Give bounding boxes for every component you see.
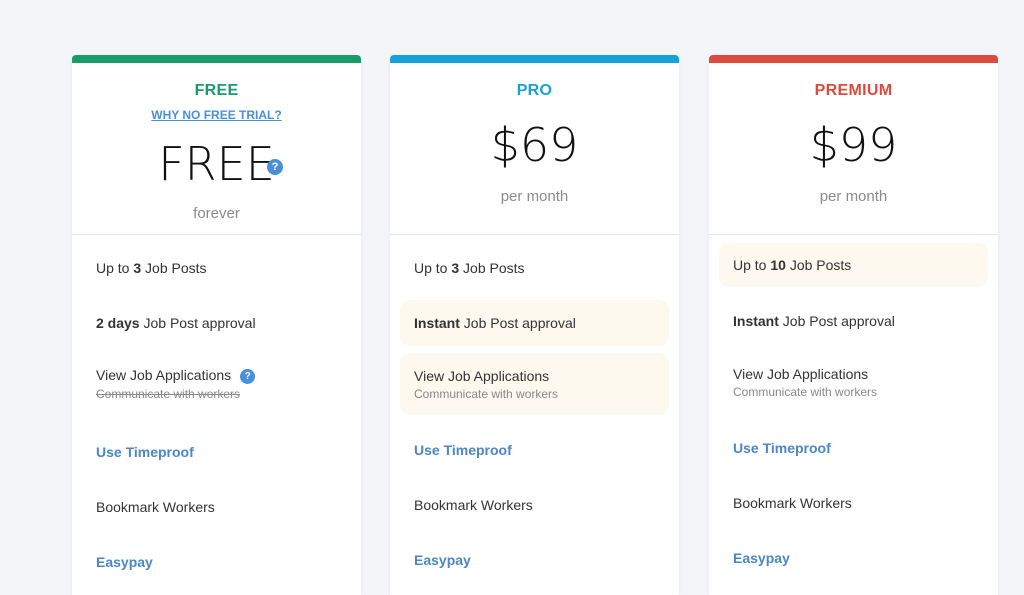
feature-text: View Job Applications [414, 367, 550, 384]
feature-view-applications: View Job Applications? Communicate with … [82, 353, 351, 415]
use-timeproof-link[interactable]: Use Timeproof [96, 444, 337, 460]
feature-text: Job Posts [459, 260, 525, 276]
pricing-plans: FREE WHY NO FREE TRIAL? FREE ? forever U… [0, 0, 1024, 595]
feature-easypay: Easypay [400, 537, 669, 583]
plan-card-free: FREE WHY NO FREE TRIAL? FREE ? forever U… [72, 55, 361, 595]
plan-period: per month [500, 188, 569, 205]
feature-timeproof: Use Timeproof [719, 425, 988, 471]
plan-price: FREE [158, 137, 275, 191]
feature-view-applications: View Job Applications Communicate with w… [719, 351, 988, 413]
use-timeproof-link[interactable]: Use Timeproof [414, 442, 655, 458]
plan-accent-bar [709, 55, 998, 63]
plan-name: PRO [516, 82, 553, 99]
feature-text: Job Post approval [778, 313, 895, 329]
feature-job-posts: Up to 3 Job Posts [82, 245, 351, 291]
feature-value: 10 [770, 257, 786, 273]
plan-period: per month [819, 188, 888, 205]
feature-subtext: Communicate with workers [414, 386, 559, 401]
feature-easypay: Easypay [82, 539, 351, 585]
plan-price: $69 [490, 118, 579, 172]
plan-accent-bar [72, 55, 361, 63]
feature-view-applications: View Job Applications Communicate with w… [400, 353, 669, 415]
feature-text: Bookmark Workers [733, 495, 852, 511]
feature-value: Instant [414, 315, 460, 331]
feature-text: View Job Applications [96, 367, 232, 383]
plan-accent-bar [390, 55, 679, 63]
easypay-link[interactable]: Easypay [96, 554, 337, 570]
feature-text: Job Post approval [459, 315, 576, 331]
feature-text: Job Posts [785, 257, 852, 273]
feature-approval: Instant Job Post approval [400, 300, 669, 346]
plan-name: FREE [194, 82, 239, 99]
help-icon[interactable]: ? [267, 159, 283, 175]
plan-header: FREE WHY NO FREE TRIAL? FREE ? forever [72, 63, 361, 235]
feature-value: 3 [451, 260, 460, 276]
feature-text: View Job Applications [733, 365, 869, 382]
feature-subtext: Communicate with workers [96, 387, 241, 401]
plan-card-premium: PREMIUM $99 per month Up to 10 Job Posts… [709, 55, 998, 595]
feature-timeproof: Use Timeproof [400, 427, 669, 473]
feature-value: 3 [133, 260, 142, 276]
plan-header: PRO $69 per month [390, 63, 679, 235]
feature-text: Up to [414, 260, 452, 276]
plan-card-pro: PRO $69 per month Up to 3 Job Posts Inst… [390, 55, 679, 595]
feature-value: Instant [733, 313, 779, 329]
feature-text: Bookmark Workers [414, 497, 533, 513]
feature-text: Job Post approval [139, 315, 256, 331]
feature-bookmark: Bookmark Workers [82, 484, 351, 530]
use-timeproof-link[interactable]: Use Timeproof [733, 440, 974, 456]
easypay-link[interactable]: Easypay [733, 550, 974, 566]
feature-text: Up to [96, 260, 134, 276]
feature-text: Bookmark Workers [96, 499, 215, 515]
help-icon[interactable]: ? [240, 369, 256, 384]
feature-bookmark: Bookmark Workers [400, 482, 669, 528]
why-no-free-trial-link[interactable]: WHY NO FREE TRIAL? [72, 108, 361, 122]
feature-value: 2 days [96, 315, 140, 331]
feature-text: Up to [733, 257, 771, 273]
plan-header: PREMIUM $99 per month [709, 63, 998, 235]
plan-price: $99 [809, 118, 898, 172]
feature-easypay: Easypay [719, 535, 988, 581]
plan-period: forever [193, 205, 240, 222]
feature-job-posts: Up to 3 Job Posts [400, 245, 669, 291]
feature-job-posts: Up to 10 Job Posts [719, 243, 988, 287]
plan-name: PREMIUM [814, 82, 893, 99]
feature-bookmark: Bookmark Workers [719, 480, 988, 526]
feature-text: Job Posts [141, 260, 207, 276]
easypay-link[interactable]: Easypay [414, 552, 655, 568]
feature-approval: Instant Job Post approval [719, 298, 988, 344]
feature-timeproof: Use Timeproof [82, 429, 351, 475]
feature-subtext: Communicate with workers [733, 384, 878, 399]
feature-approval: 2 days Job Post approval [82, 300, 351, 346]
